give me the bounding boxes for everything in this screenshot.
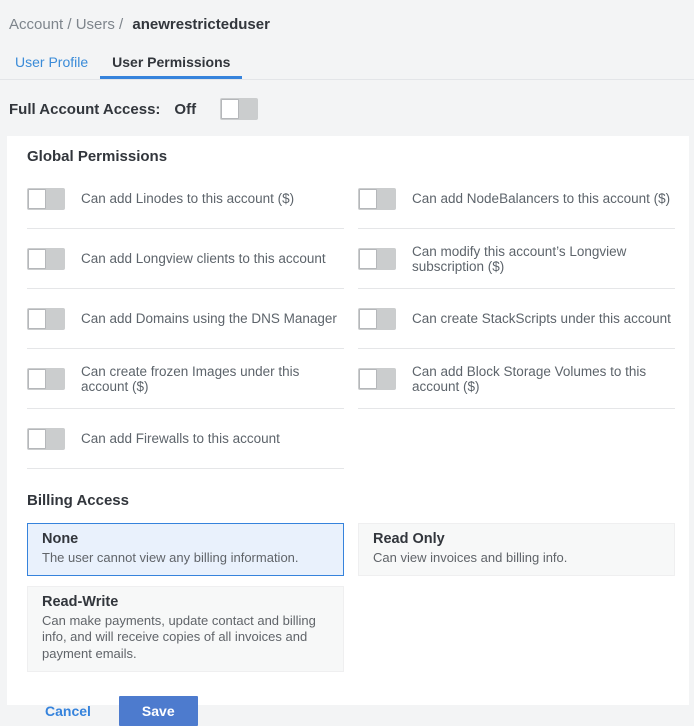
toggle-knob [359,308,377,329]
toggle-knob [28,368,46,389]
toggle-knob [28,248,46,269]
billing-option-title: Read-Write [42,593,119,610]
permission-row: Can add Longview clients to this account [27,229,344,289]
permission-row: Can create frozen Images under this acco… [27,349,344,409]
global-permissions-title: Global Permissions [27,148,168,165]
full-account-access-toggle[interactable] [220,98,259,120]
permission-label: Can modify this account’s Longview subsc… [412,243,627,274]
permission-label: Can add NodeBalancers to this account ($… [412,191,671,206]
toggle-knob [221,99,240,119]
permission-toggle-add-firewalls[interactable] [27,427,65,450]
toggle-knob [28,428,46,449]
permission-toggle-add-nodebalancers[interactable] [358,187,396,210]
permission-label: Can add Domains using the DNS Manager [81,311,337,326]
billing-option-description: Can make payments, update contact and bi… [42,612,316,662]
permission-toggle-create-images[interactable] [27,367,65,390]
permission-row: Can add Firewalls to this account [27,409,344,469]
billing-option-read-only[interactable]: Read Only Can view invoices and billing … [358,523,675,576]
permission-toggle-add-longview-clients[interactable] [27,247,65,270]
toggle-knob [28,188,46,209]
billing-access-title: Billing Access [27,492,129,509]
save-button[interactable]: Save [118,696,198,726]
billing-option-description: Can view invoices and billing info. [373,549,568,565]
permission-label: Can add Longview clients to this account [81,251,326,266]
permission-toggle-add-linodes[interactable] [27,187,65,210]
permission-row: Can add Domains using the DNS Manager [27,289,344,349]
action-bar: Cancel Save [27,696,675,726]
permission-label: Can create frozen Images under this acco… [81,363,300,394]
permission-label: Can add Linodes to this account ($) [81,191,295,206]
billing-option-title: Read Only [373,531,445,547]
billing-option-title: None [42,531,79,547]
permission-toggle-create-stackscripts[interactable] [358,307,396,330]
breadcrumb-current-user: anewrestricteduser [132,16,270,33]
permission-label: Can add Firewalls to this account [81,431,280,446]
global-permissions-grid: Can add Linodes to this account ($) Can … [27,169,675,469]
billing-option-read-write[interactable]: Read-Write Can make payments, update con… [27,585,344,673]
breadcrumb-path[interactable]: Account / Users / [9,16,123,33]
billing-option-description: The user cannot view any billing informa… [42,549,299,565]
permission-row: Can add Linodes to this account ($) [27,169,344,229]
tab-bar: User Profile User Permissions [0,46,694,80]
permission-row: Can add Block Storage Volumes to this ac… [358,349,675,409]
full-account-access-label: Full Account Access: [9,100,161,118]
toggle-knob [359,188,377,209]
tab-user-permissions[interactable]: User Permissions [100,46,243,79]
toggle-knob [28,308,46,329]
permission-toggle-modify-longview-subscription[interactable] [358,247,396,270]
full-account-access-row: Full Account Access: Off [0,80,694,120]
permission-row: Can add NodeBalancers to this account ($… [358,169,675,229]
permission-label: Can create StackScripts under this accou… [412,311,671,326]
permission-toggle-add-domains[interactable] [27,307,65,330]
full-account-access-value: Off [174,100,197,118]
billing-option-none[interactable]: None The user cannot view any billing in… [27,523,344,576]
billing-access-grid: None The user cannot view any billing in… [27,523,675,673]
permission-row: Can modify this account’s Longview subsc… [358,229,675,289]
permission-toggle-add-volumes[interactable] [358,367,396,390]
permission-label: Can add Block Storage Volumes to this ac… [412,363,647,394]
breadcrumb: Account / Users / anewrestricteduser [0,0,694,33]
tab-user-profile[interactable]: User Profile [3,46,100,79]
toggle-knob [359,368,377,389]
permissions-panel: Global Permissions Can add Linodes to th… [7,136,689,726]
permission-row: Can create StackScripts under this accou… [358,289,675,349]
toggle-knob [359,248,377,269]
